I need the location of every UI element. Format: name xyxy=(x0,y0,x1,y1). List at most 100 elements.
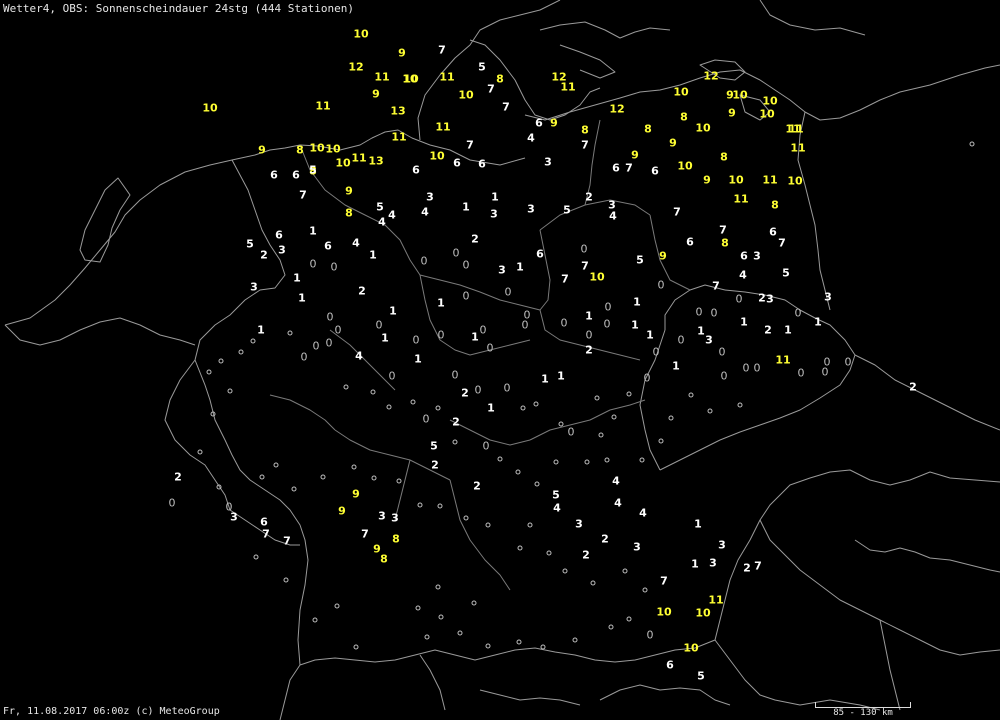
station-value: 0 xyxy=(504,285,512,299)
station-value: 3 xyxy=(426,190,434,204)
station-value: 0 xyxy=(695,305,703,319)
station-value: 10 xyxy=(683,641,699,655)
station-marker xyxy=(969,141,975,147)
station-value: 8 xyxy=(771,198,779,212)
station-value: 0 xyxy=(168,496,176,510)
station-value: 7 xyxy=(660,574,668,588)
station-value: 3 xyxy=(633,540,641,554)
station-marker xyxy=(386,404,392,410)
station-value: 9 xyxy=(398,46,406,60)
station-value: 10 xyxy=(695,606,711,620)
station-value: 6 xyxy=(612,161,620,175)
station-marker xyxy=(438,614,444,620)
station-marker xyxy=(517,545,523,551)
station-value: 3 xyxy=(575,517,583,531)
station-marker xyxy=(533,401,539,407)
station-value: 0 xyxy=(735,292,743,306)
station-value: 6 xyxy=(260,515,268,529)
station-value: 10 xyxy=(309,141,325,155)
station-value: 9 xyxy=(726,88,734,102)
station-value: 7 xyxy=(299,188,307,202)
station-value: 0 xyxy=(560,316,568,330)
station-value: 9 xyxy=(372,87,380,101)
station-marker xyxy=(410,399,416,405)
station-value: 9 xyxy=(345,184,353,198)
station-value: 0 xyxy=(309,257,317,271)
station-value: 3 xyxy=(230,510,238,524)
station-value: 11 xyxy=(374,70,390,84)
station-value: 2 xyxy=(585,343,593,357)
station-marker xyxy=(527,522,533,528)
station-value: 13 xyxy=(390,104,406,118)
station-value: 7 xyxy=(561,272,569,286)
station-value: 1 xyxy=(694,517,702,531)
station-value: 5 xyxy=(563,203,571,217)
station-value: 1 xyxy=(691,557,699,571)
station-value: 10 xyxy=(695,121,711,135)
station-value: 11 xyxy=(733,192,749,206)
station-marker xyxy=(622,568,628,574)
station-value: 7 xyxy=(487,82,495,96)
station-marker xyxy=(572,637,578,643)
station-value: 2 xyxy=(909,380,917,394)
station-marker xyxy=(534,481,540,487)
station-value: 0 xyxy=(420,254,428,268)
station-value: 10 xyxy=(759,107,775,121)
station-value: 4 xyxy=(639,506,647,520)
station-value: 1 xyxy=(516,260,524,274)
station-value: 2 xyxy=(764,323,772,337)
station-value: 6 xyxy=(686,235,694,249)
station-value: 1 xyxy=(646,328,654,342)
station-value: 6 xyxy=(536,247,544,261)
station-value: 1 xyxy=(697,324,705,338)
station-marker xyxy=(516,639,522,645)
station-value: 7 xyxy=(625,161,633,175)
station-value: 12 xyxy=(703,69,719,83)
station-value: 3 xyxy=(391,511,399,525)
station-value: 10 xyxy=(402,72,418,86)
station-value: 10 xyxy=(787,174,803,188)
station-value: 0 xyxy=(474,383,482,397)
station-value: 5 xyxy=(376,200,384,214)
station-value: 8 xyxy=(721,236,729,250)
station-value: 9 xyxy=(352,487,360,501)
station-value: 1 xyxy=(491,190,499,204)
station-marker xyxy=(371,475,377,481)
station-value: 12 xyxy=(348,60,364,74)
station-value: 3 xyxy=(753,249,761,263)
station-value: 3 xyxy=(250,280,258,294)
station-value: 7 xyxy=(754,559,762,573)
station-value: 11 xyxy=(790,141,806,155)
station-value: 4 xyxy=(612,474,620,488)
station-value: 9 xyxy=(669,136,677,150)
station-value: 1 xyxy=(298,291,306,305)
station-marker xyxy=(658,438,664,444)
station-value: 0 xyxy=(821,365,829,379)
station-value: 4 xyxy=(421,205,429,219)
station-marker xyxy=(608,624,614,630)
station-value: 10 xyxy=(458,88,474,102)
station-value: 11 xyxy=(788,122,804,136)
station-value: 6 xyxy=(270,168,278,182)
station-value: 0 xyxy=(312,339,320,353)
station-value: 1 xyxy=(389,304,397,318)
station-marker xyxy=(435,584,441,590)
station-marker xyxy=(584,459,590,465)
station-value: 5 xyxy=(430,439,438,453)
station-value: 11 xyxy=(391,130,407,144)
station-value: 9 xyxy=(550,116,558,130)
station-value: 0 xyxy=(375,318,383,332)
station-value: 4 xyxy=(553,501,561,515)
station-marker xyxy=(562,568,568,574)
station-marker xyxy=(590,580,596,586)
station-value: 4 xyxy=(609,209,617,223)
station-marker xyxy=(435,405,441,411)
station-value: 0 xyxy=(482,439,490,453)
station-value: 0 xyxy=(652,345,660,359)
station-value: 1 xyxy=(784,323,792,337)
station-value: 3 xyxy=(498,263,506,277)
station-value: 6 xyxy=(769,225,777,239)
station-value: 4 xyxy=(352,236,360,250)
station-value: 2 xyxy=(471,232,479,246)
station-marker xyxy=(553,459,559,465)
